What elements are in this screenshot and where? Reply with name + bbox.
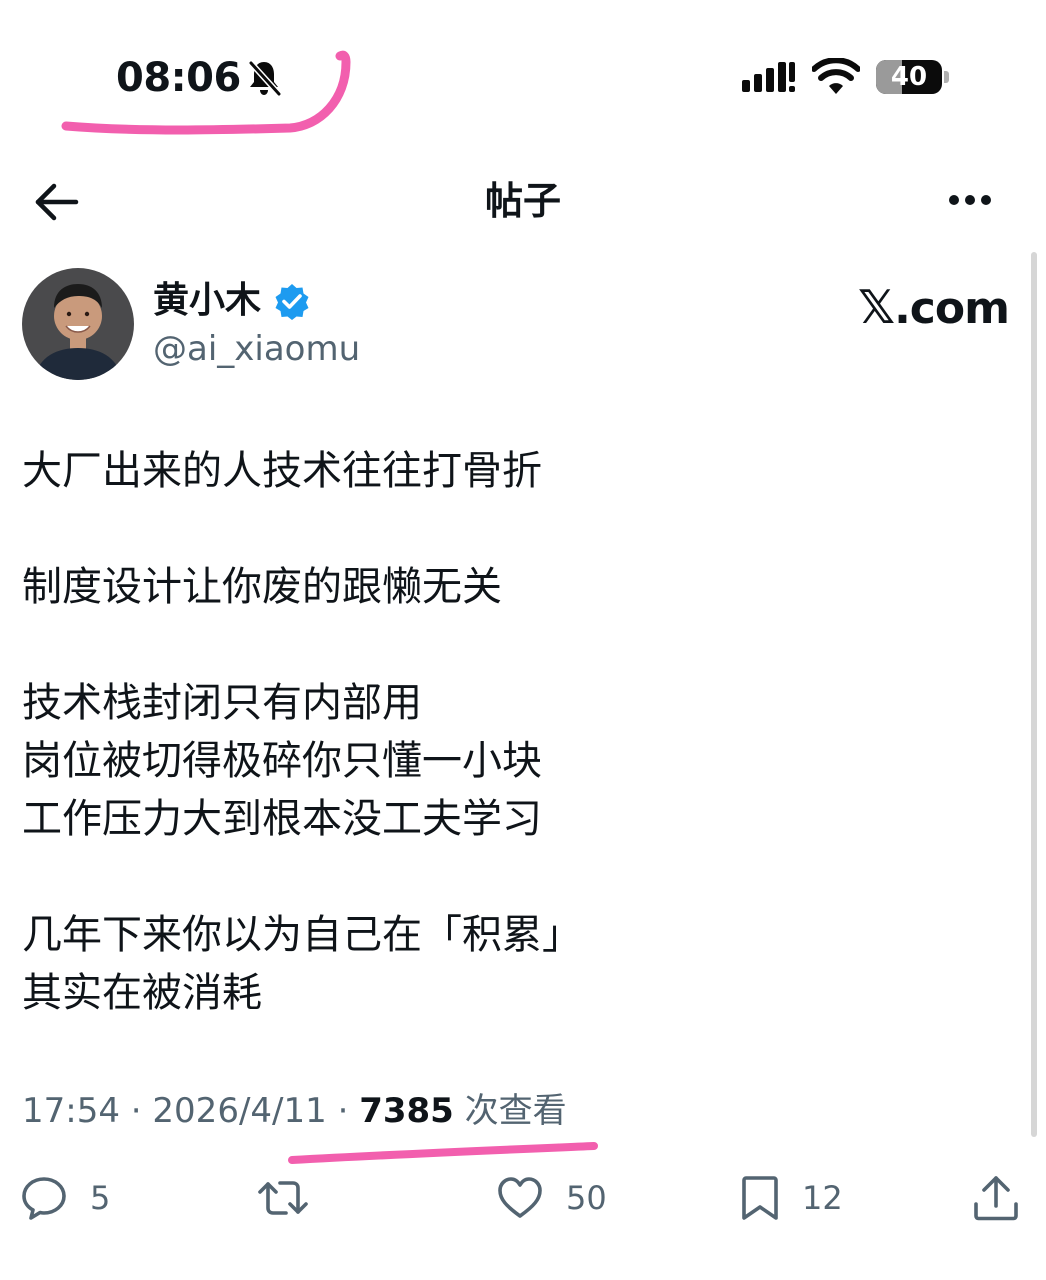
post-line: 岗位被切得极碎你只懂一小块 (22, 738, 542, 784)
scrollbar[interactable] (1031, 252, 1037, 1137)
bookmark-icon (742, 1176, 778, 1220)
x-com-watermark: 𝕏.com (858, 280, 1018, 334)
avatar[interactable] (22, 268, 134, 380)
post-line: 大厂出来的人技术往往打骨折 (22, 448, 542, 494)
like-count: 50 (566, 1179, 607, 1217)
post-meta: 17:54 · 2026/4/11 · 7385 次查看 (22, 1088, 567, 1134)
verified-badge-icon[interactable] (273, 282, 311, 320)
reply-icon (22, 1177, 66, 1220)
post-line: 制度设计让你废的跟懒无关 (22, 564, 502, 610)
post-time[interactable]: 17:54 (22, 1091, 120, 1131)
share-icon (974, 1176, 1018, 1221)
meta-separator: · (326, 1091, 360, 1131)
author-name[interactable]: 黄小木 (153, 278, 261, 324)
page-title: 帖子 (484, 179, 561, 223)
battery-icon: 40 (876, 60, 942, 94)
views-label[interactable]: 次查看 (454, 1091, 567, 1131)
post-line: 工作压力大到根本没工夫学习 (22, 796, 542, 842)
status-time: 08:06 (116, 55, 241, 101)
retweet-button[interactable] (256, 1174, 316, 1224)
reply-count: 5 (90, 1179, 111, 1217)
bell-slash-icon (248, 60, 282, 97)
x-watermark-suffix: .com (894, 283, 1010, 334)
bookmark-count: 12 (802, 1179, 843, 1217)
share-button[interactable] (970, 1172, 1022, 1224)
x-logo-mark: 𝕏 (858, 280, 895, 334)
reply-button[interactable]: 5 (20, 1174, 130, 1224)
bookmark-button[interactable]: 12 (736, 1174, 846, 1224)
signal-icon (742, 62, 795, 92)
meta-separator: · (119, 1091, 153, 1131)
post-line: 其实在被消耗 (22, 970, 262, 1016)
views-count[interactable]: 7385 (359, 1091, 454, 1131)
battery-nub (944, 71, 949, 83)
post-line: 几年下来你以为自己在「积累」 (22, 912, 582, 958)
more-horizontal-icon (949, 195, 991, 205)
post-line: 技术栈封闭只有内部用 (22, 680, 422, 726)
wifi-icon (812, 58, 860, 94)
more-button[interactable] (942, 184, 998, 216)
like-button[interactable]: 50 (496, 1174, 616, 1224)
battery-percentage: 40 (890, 62, 928, 92)
heart-icon (498, 1177, 542, 1218)
retweet-icon (258, 1181, 308, 1215)
author-handle[interactable]: @ai_xiaomu (153, 327, 360, 371)
post-date[interactable]: 2026/4/11 (152, 1091, 326, 1131)
